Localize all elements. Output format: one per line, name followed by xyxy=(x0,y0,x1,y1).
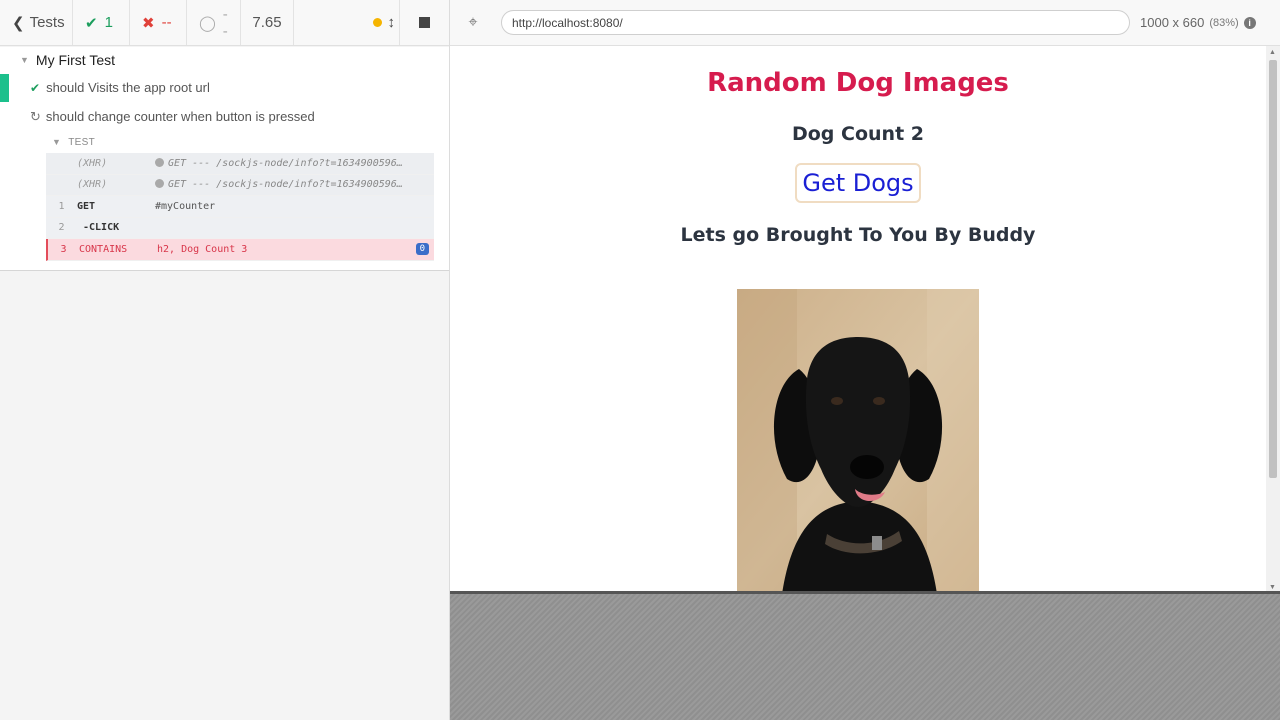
command-message: GET --- /sockjs-node/info?t=1634900596… xyxy=(168,157,403,169)
suite-title-text: My First Test xyxy=(35,52,115,68)
command-row[interactable]: 2 -CLICK xyxy=(46,217,434,239)
dog-count: Dog Count 2 xyxy=(791,123,924,145)
auto-scroll-toggle[interactable]: ↕ xyxy=(369,0,400,45)
url-bar: ⌖ http://localhost:8080/ 1000 x 660 (83%… xyxy=(450,0,1280,46)
test-commands: ▼ TEST (XHR) GET --- /sockjs-node/info?t… xyxy=(0,131,449,261)
command-number: 3 xyxy=(60,243,67,255)
viewport-scale: (83%) xyxy=(1209,16,1239,29)
scroll-down-icon[interactable]: ▼ xyxy=(1269,584,1276,591)
hook-label: TEST xyxy=(68,136,95,148)
caret-down-icon: ▼ xyxy=(52,137,62,147)
chevron-left-icon: ❮ xyxy=(12,14,25,32)
tests-label: Tests xyxy=(29,14,65,31)
aut-panel: ⌖ http://localhost:8080/ 1000 x 660 (83%… xyxy=(450,0,1280,720)
command-row[interactable]: 1 GET #myCounter xyxy=(46,196,434,218)
test-row-passed[interactable]: ✔ should Visits the app root url xyxy=(0,73,449,102)
command-number: 2 xyxy=(58,222,65,234)
stop-icon xyxy=(419,17,430,28)
hook-title[interactable]: ▼ TEST xyxy=(46,131,449,153)
cross-icon: ✖ xyxy=(142,14,155,32)
info-icon: i xyxy=(1243,16,1256,29)
tests-back-button[interactable]: ❮ Tests xyxy=(0,0,73,45)
viewport-backdrop xyxy=(450,594,1280,720)
element-count-badge: 0 xyxy=(415,243,429,256)
pending-value: -- xyxy=(222,5,228,40)
command-name: (XHR) xyxy=(77,157,108,169)
passed-value: 1 xyxy=(104,14,113,31)
check-icon: ✔ xyxy=(30,80,41,95)
reporter-panel: ❮ Tests ✔ 1 ✖ -- ◯ -- 7.65 ↕ ▼ My First … xyxy=(0,0,450,720)
duration: 7.65 xyxy=(241,0,294,45)
runnable-list: ▼ My First Test ✔ should Visits the app … xyxy=(0,47,449,271)
command-number: 1 xyxy=(58,200,65,212)
command-message: GET --- /sockjs-node/info?t=1634900596… xyxy=(168,179,403,191)
page-scrollbar[interactable]: ▲ ▼ xyxy=(1266,46,1280,591)
arrows-vertical-icon: ↕ xyxy=(387,14,396,31)
command-name: GET xyxy=(77,200,96,212)
failed-count: ✖ -- xyxy=(130,0,187,45)
dog-image xyxy=(737,289,979,591)
command-message-wrap: GET --- /sockjs-node/info?t=1634900596… xyxy=(155,157,434,169)
viewport-size: 1000 x 660 xyxy=(1140,15,1205,30)
selector-playground-button[interactable]: ⌖ xyxy=(450,14,496,32)
check-icon: ✔ xyxy=(85,14,98,32)
test-title: should change counter when button is pre… xyxy=(45,109,315,124)
failed-value: -- xyxy=(161,14,172,31)
suite-title[interactable]: ▼ My First Test xyxy=(0,47,449,73)
reporter-header: ❮ Tests ✔ 1 ✖ -- ◯ -- 7.65 ↕ xyxy=(0,0,449,46)
stop-button[interactable] xyxy=(399,0,449,45)
command-name: (XHR) xyxy=(77,179,108,191)
test-row-running[interactable]: ↻ should change counter when button is p… xyxy=(0,102,449,131)
scroll-thumb[interactable] xyxy=(1269,60,1277,478)
command-log: (XHR) GET --- /sockjs-node/info?t=163490… xyxy=(46,153,434,261)
app-page: Random Dog Images Dog Count 2 Get Dogs L… xyxy=(450,46,1266,591)
url-field[interactable]: http://localhost:8080/ xyxy=(501,10,1130,35)
test-title: should Visits the app root url xyxy=(46,80,210,95)
running-indicator-icon xyxy=(372,18,382,27)
pass-indicator xyxy=(0,74,9,102)
command-name: -CLICK xyxy=(83,222,120,234)
command-row[interactable]: (XHR) GET --- /sockjs-node/info?t=163490… xyxy=(46,153,434,175)
crosshair-icon: ⌖ xyxy=(468,13,478,31)
command-row[interactable]: (XHR) GET --- /sockjs-node/info?t=163490… xyxy=(46,174,434,196)
xhr-dot-icon xyxy=(155,179,164,189)
app-iframe: Random Dog Images Dog Count 2 Get Dogs L… xyxy=(450,46,1280,594)
xhr-dot-icon xyxy=(155,157,164,167)
pending-count: ◯ -- xyxy=(187,0,241,45)
tagline: Lets go Brought To You By Buddy xyxy=(680,224,1036,246)
scroll-up-icon[interactable]: ▲ xyxy=(1269,49,1276,56)
header-spacer xyxy=(294,0,369,45)
command-message: #myCounter xyxy=(155,200,216,212)
command-message: h2, Dog Count 3 xyxy=(157,243,248,255)
viewport-info[interactable]: 1000 x 660 (83%) i xyxy=(1140,15,1256,30)
app-title: Random Dog Images xyxy=(707,68,1009,98)
get-dogs-button[interactable]: Get Dogs xyxy=(795,163,921,203)
passed-count: ✔ 1 xyxy=(73,0,130,45)
command-message-wrap: GET --- /sockjs-node/info?t=1634900596… xyxy=(155,179,434,190)
command-name: CONTAINS xyxy=(79,243,128,255)
command-row-failed[interactable]: 3 CONTAINS h2, Dog Count 3 0 xyxy=(46,239,434,261)
circle-outline-icon: ◯ xyxy=(199,14,216,32)
caret-down-icon: ▼ xyxy=(20,55,29,65)
refresh-icon: ↻ xyxy=(30,108,41,124)
